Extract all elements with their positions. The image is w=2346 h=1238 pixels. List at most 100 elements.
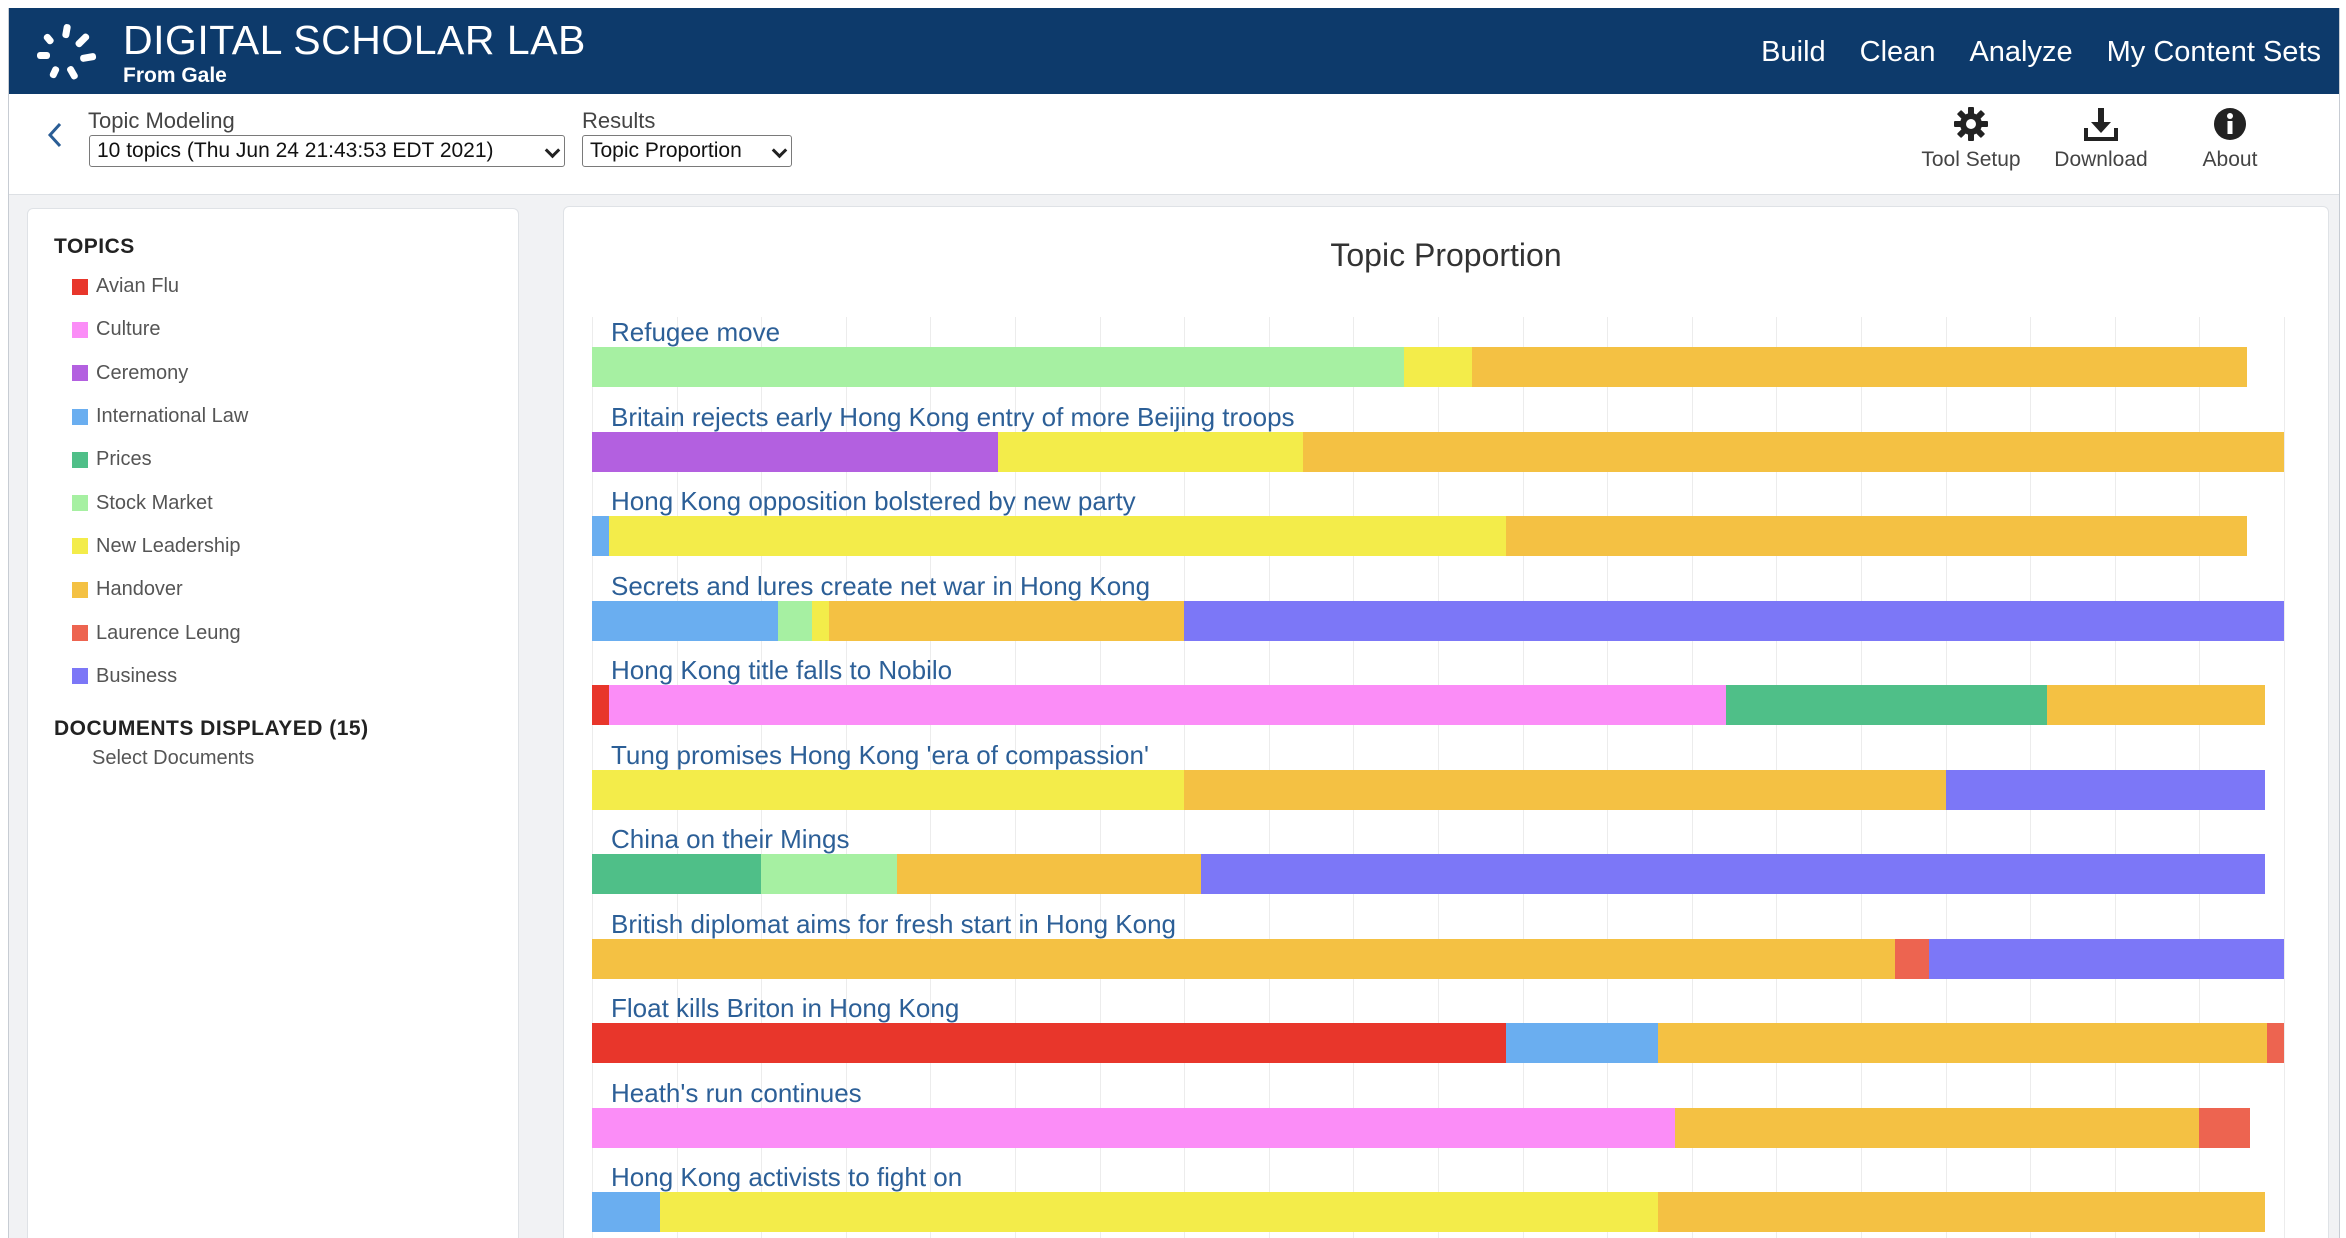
bar-segment-handover[interactable] [1505, 516, 2247, 556]
document-title-link[interactable]: Float kills Briton in Hong Kong [611, 993, 959, 1024]
bar-segment-handover[interactable] [1657, 1192, 2266, 1232]
document-title-link[interactable]: Hong Kong opposition bolstered by new pa… [611, 486, 1136, 517]
document-title-link[interactable]: Secrets and lures create net war in Hong… [611, 571, 1150, 602]
document-title-link[interactable]: British diplomat aims for fresh start in… [611, 909, 1176, 940]
nav-my-content-sets[interactable]: My Content Sets [2107, 36, 2321, 69]
chevron-down-icon [771, 142, 788, 159]
download-icon [2084, 108, 2118, 141]
bar-segment-laurence-leung[interactable] [2267, 1023, 2284, 1063]
bar-segment-business[interactable] [1201, 854, 2266, 894]
proportion-bar [592, 600, 2284, 641]
stacked-bar-chart: Refugee move Britain rejects early Hong K… [592, 317, 2285, 1238]
chart-title: Topic Proportion [1330, 237, 1562, 273]
topic-stock-market[interactable]: Stock Market [72, 481, 248, 524]
bar-segment-avian-flu[interactable] [592, 685, 609, 725]
bar-segment-laurence-leung[interactable] [1894, 938, 1929, 979]
bar-segment-prices[interactable] [592, 854, 762, 894]
document-row: Heath's run continues [592, 1078, 2284, 1163]
topic-prices[interactable]: Prices [72, 438, 248, 481]
bar-segment-handover[interactable] [896, 854, 1202, 894]
nav-build[interactable]: Build [1761, 36, 1826, 69]
digital-scholar-lab-logo-icon[interactable] [33, 22, 103, 84]
about-button[interactable]: About [2170, 106, 2290, 172]
document-row: China on their Mings [592, 824, 2284, 909]
topic-proportion-panel: Topic Proportion Refugee move Britain rej… [563, 206, 2329, 1238]
nav-analyze[interactable]: Analyze [1969, 36, 2072, 69]
bar-segment-handover[interactable] [2047, 685, 2266, 725]
bar-segment-new-leadership[interactable] [811, 600, 829, 641]
bar-segment-new-leadership[interactable] [608, 516, 1506, 556]
bar-segment-avian-flu[interactable] [592, 1023, 1506, 1063]
bar-segment-handover[interactable] [1184, 769, 1946, 810]
bar-segment-handover[interactable] [1471, 347, 2247, 387]
document-title-link[interactable]: Britain rejects early Hong Kong entry of… [611, 402, 1295, 433]
topic-run-select[interactable]: 10 topics (Thu Jun 24 21:43:53 EDT 2021) [89, 135, 565, 167]
nav-clean[interactable]: Clean [1860, 36, 1936, 69]
bar-segment-culture[interactable] [592, 1107, 1675, 1148]
tool-setup-button[interactable]: Tool Setup [1911, 106, 2031, 172]
topic-business[interactable]: Business [72, 655, 248, 698]
proportion-bar [592, 854, 2284, 894]
bar-segment-international-law[interactable] [592, 1192, 660, 1232]
bar-segment-new-leadership[interactable] [659, 1192, 1658, 1232]
bar-segment-handover[interactable] [1674, 1107, 2200, 1148]
topic-laurence-leung[interactable]: Laurence Leung [72, 611, 248, 654]
document-title-link[interactable]: Hong Kong activists to fight on [611, 1162, 962, 1193]
topic-culture[interactable]: Culture [72, 308, 248, 351]
gear-icon [1954, 107, 1988, 141]
proportion-bar [592, 769, 2284, 810]
bar-segment-handover[interactable] [828, 600, 1185, 641]
bar-segment-new-leadership[interactable] [998, 431, 1303, 472]
topic-label: Laurence Leung [96, 621, 241, 644]
proportion-bar [592, 1192, 2284, 1232]
bar-segment-business[interactable] [1945, 769, 2266, 810]
results-select-value: Topic Proportion [590, 139, 742, 162]
topic-handover[interactable]: Handover [72, 568, 248, 611]
bar-segment-handover[interactable] [1657, 1023, 2268, 1063]
bar-segment-business[interactable] [1928, 938, 2284, 979]
bar-segment-prices[interactable] [1725, 685, 2048, 725]
select-documents-link[interactable]: Select Documents [92, 747, 254, 770]
proportion-bar [592, 685, 2284, 725]
bar-segment-stock-market[interactable] [778, 600, 812, 641]
topic-swatch [72, 365, 88, 382]
document-row: Britain rejects early Hong Kong entry of… [592, 402, 2284, 487]
back-chevron-left-icon[interactable] [45, 120, 65, 159]
document-title-link[interactable]: Tung promises Hong Kong 'era of compassi… [611, 740, 1149, 771]
bar-segment-business[interactable] [1184, 600, 2284, 641]
proportion-bar [592, 1107, 2284, 1148]
bar-segment-culture[interactable] [608, 685, 1726, 725]
bar-segment-laurence-leung[interactable] [2199, 1107, 2251, 1148]
topic-international-law[interactable]: International Law [72, 395, 248, 438]
bar-segment-international-law[interactable] [592, 600, 779, 641]
documents-displayed-heading: DOCUMENTS DISPLAYED (15) [54, 717, 369, 740]
bar-segment-international-law[interactable] [592, 516, 609, 556]
proportion-bar [592, 516, 2284, 556]
topic-ceremony[interactable]: Ceremony [72, 352, 248, 395]
document-row: Hong Kong activists to fight on [592, 1162, 2284, 1238]
topic-swatch [72, 625, 88, 642]
bar-segment-stock-market[interactable] [761, 854, 897, 894]
topic-avian-flu[interactable]: Avian Flu [72, 265, 248, 308]
document-title-link[interactable]: China on their Mings [611, 824, 849, 855]
bar-segment-international-law[interactable] [1505, 1023, 1658, 1063]
document-title-link[interactable]: Hong Kong title falls to Nobilo [611, 655, 952, 686]
bar-segment-new-leadership[interactable] [592, 769, 1185, 810]
topic-label: Stock Market [96, 491, 213, 514]
topic-label: Prices [96, 448, 152, 471]
topic-new-leadership[interactable]: New Leadership [72, 525, 248, 568]
bar-segment-stock-market[interactable] [592, 347, 1405, 387]
bar-segment-handover[interactable] [1302, 431, 2284, 472]
bar-segment-handover[interactable] [592, 938, 1895, 979]
tool-setup-label: Tool Setup [1921, 148, 2021, 171]
topics-sidebar: TOPICS Avian Flu Culture Ceremony Intern… [27, 208, 519, 1238]
main-nav: Build Clean Analyze My Content Sets [1727, 36, 2321, 69]
tool-label: Topic Modeling [88, 108, 235, 133]
topic-swatch [72, 278, 88, 295]
results-select[interactable]: Topic Proportion [582, 135, 792, 167]
download-button[interactable]: Download [2041, 106, 2161, 172]
document-title-link[interactable]: Refugee move [611, 317, 780, 348]
bar-segment-ceremony[interactable] [592, 431, 999, 472]
bar-segment-new-leadership[interactable] [1404, 347, 1472, 387]
document-title-link[interactable]: Heath's run continues [611, 1078, 862, 1109]
